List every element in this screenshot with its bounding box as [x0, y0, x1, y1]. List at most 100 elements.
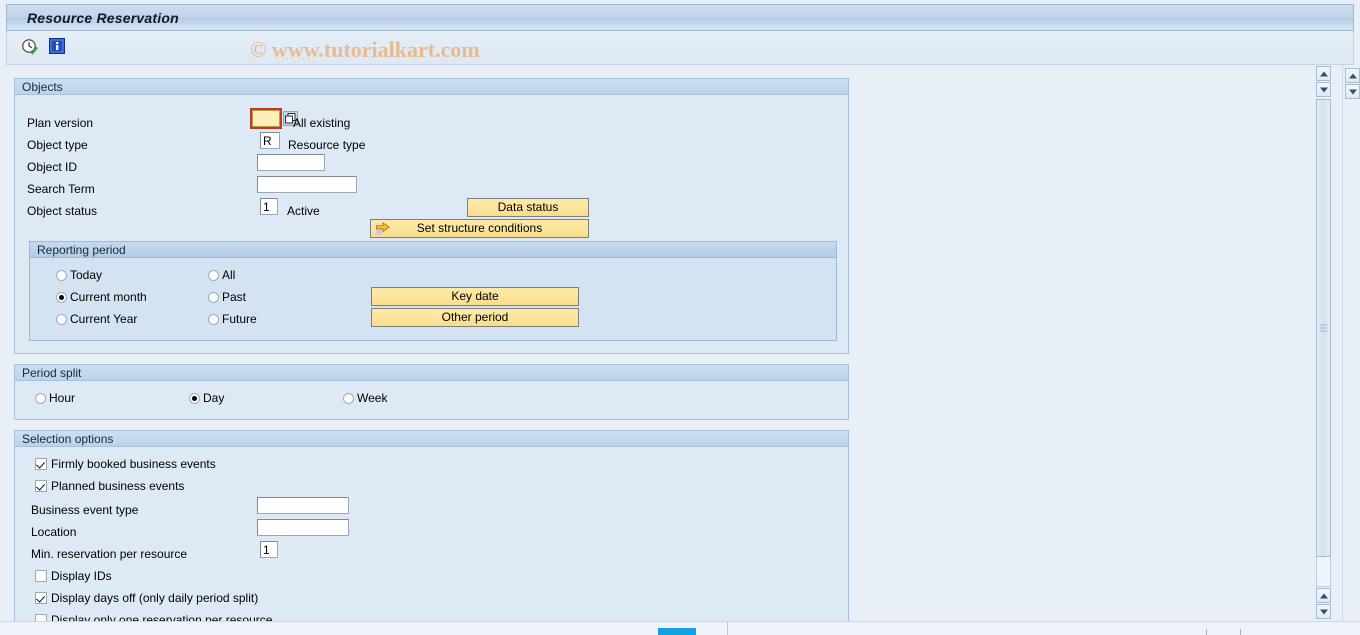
yellow-arrow-right-icon [376, 222, 390, 235]
plan-version-label: Plan version [27, 116, 94, 130]
business-event-type-label: Business event type [31, 503, 139, 517]
checkbox-display-days-off-indicator[interactable] [35, 592, 47, 604]
radio-today[interactable]: Today [56, 268, 102, 282]
radio-all[interactable]: All [208, 268, 235, 282]
inner-scroll-up-button-bottom[interactable] [1316, 588, 1331, 603]
window-scroll-down-icon [1348, 89, 1357, 94]
radio-past-label: Past [222, 290, 247, 304]
checkbox-planned-business-events[interactable]: Planned business events [35, 479, 184, 493]
status-bar-separator [727, 622, 728, 635]
page-title: Resource Reservation [27, 10, 179, 26]
window-vertical-scrollbar[interactable] [1342, 66, 1360, 622]
location-label: Location [31, 525, 77, 539]
objects-group-title: Objects [15, 79, 848, 95]
reporting-period-group-title: Reporting period [30, 242, 836, 258]
radio-day[interactable]: Day [189, 391, 224, 405]
radio-hour-label: Hour [49, 391, 76, 405]
object-type-input[interactable] [260, 132, 280, 149]
search-term-input[interactable] [257, 176, 357, 193]
object-id-label: Object ID [27, 160, 78, 174]
checkbox-planned-indicator[interactable] [35, 480, 47, 492]
radio-future-indicator[interactable] [208, 313, 219, 325]
radio-week[interactable]: Week [343, 391, 387, 405]
checkbox-display-days-off-label: Display days off (only daily period spli… [51, 591, 259, 605]
reporting-period-group: Reporting period Today Current month Cur… [29, 241, 837, 341]
inner-scroll-up-icon [1319, 71, 1328, 76]
period-split-group: Period split Hour Day Week [14, 364, 849, 420]
radio-week-label: Week [357, 391, 388, 405]
radio-today-indicator[interactable] [56, 269, 67, 281]
set-structure-conditions-label: Set structure conditions [416, 221, 543, 235]
status-bar-indicator [658, 628, 696, 635]
radio-current-year-indicator[interactable] [56, 313, 67, 325]
information-icon[interactable] [49, 38, 67, 56]
window-scroll-up-icon [1348, 73, 1357, 78]
plan-version-input[interactable] [252, 110, 280, 127]
radio-past-indicator[interactable] [208, 291, 219, 303]
object-type-description: Resource type [288, 138, 366, 152]
set-structure-conditions-button[interactable]: Set structure conditions [370, 219, 589, 238]
inner-scroll-down-bottom-icon [1319, 609, 1328, 614]
key-date-button[interactable]: Key date [371, 287, 579, 306]
radio-day-label: Day [203, 391, 225, 405]
radio-hour[interactable]: Hour [35, 391, 75, 405]
checkbox-display-ids-indicator[interactable] [35, 570, 47, 582]
status-bar [0, 621, 1360, 635]
inner-scroll-up-bottom-icon [1319, 593, 1328, 598]
location-input[interactable] [257, 519, 349, 536]
checkbox-planned-label: Planned business events [51, 479, 185, 493]
radio-all-indicator[interactable] [208, 269, 219, 281]
inner-scroll-down-button[interactable] [1316, 82, 1331, 97]
selection-screen-canvas: Objects Plan version All existing Object… [6, 66, 1331, 622]
radio-current-month[interactable]: Current month [56, 290, 147, 304]
checkbox-display-ids-label: Display IDs [51, 569, 112, 583]
window-scroll-down-button[interactable] [1345, 84, 1360, 99]
radio-current-year[interactable]: Current Year [56, 312, 137, 326]
object-type-label: Object type [27, 138, 88, 152]
inner-vertical-scrollbar[interactable] [1314, 66, 1331, 622]
data-status-button[interactable]: Data status [467, 198, 589, 217]
status-bar-tick-right [1240, 629, 1241, 635]
other-period-button[interactable]: Other period [371, 308, 579, 327]
plan-version-helper-label: All existing [293, 116, 351, 130]
object-status-description: Active [287, 204, 320, 218]
checkbox-display-days-off[interactable]: Display days off (only daily period spli… [35, 591, 258, 605]
inner-scroll-down-icon [1319, 87, 1328, 92]
inner-scroll-down-button-bottom[interactable] [1316, 604, 1331, 619]
radio-hour-indicator[interactable] [35, 392, 46, 404]
inner-scroll-up-button[interactable] [1316, 66, 1331, 81]
radio-future[interactable]: Future [208, 312, 257, 326]
status-bar-tick-left [1206, 629, 1207, 635]
objects-group: Objects Plan version All existing Object… [14, 78, 849, 354]
radio-past[interactable]: Past [208, 290, 246, 304]
min-reservation-label: Min. reservation per resource [31, 547, 188, 561]
sap-gui-window: Resource Reservation © www.tutorialkart.… [0, 0, 1360, 635]
business-event-type-input[interactable] [257, 497, 349, 514]
radio-day-indicator[interactable] [189, 392, 200, 404]
radio-current-month-indicator[interactable] [56, 291, 67, 303]
radio-today-label: Today [70, 268, 103, 282]
selection-options-group: Selection options Firmly booked business… [14, 430, 849, 622]
application-toolbar [6, 31, 1354, 65]
window-title-bar: Resource Reservation [6, 4, 1354, 31]
radio-week-indicator[interactable] [343, 392, 354, 404]
checkbox-firmly-booked-label: Firmly booked business events [51, 457, 216, 471]
radio-all-label: All [222, 268, 236, 282]
checkbox-firmly-booked-business-events[interactable]: Firmly booked business events [35, 457, 216, 471]
inner-scroll-thumb-grip [1320, 323, 1327, 334]
checkbox-display-ids[interactable]: Display IDs [35, 569, 112, 583]
watermark-text: © www.tutorialkart.com [250, 37, 480, 62]
radio-future-label: Future [222, 312, 257, 326]
radio-current-year-label: Current Year [70, 312, 138, 326]
checkbox-firmly-booked-indicator[interactable] [35, 458, 47, 470]
execute-icon[interactable] [21, 38, 39, 56]
object-id-input[interactable] [257, 154, 325, 171]
search-term-label: Search Term [27, 182, 95, 196]
inner-scroll-thumb[interactable] [1316, 99, 1331, 557]
radio-current-month-label: Current month [70, 290, 147, 304]
object-status-label: Object status [27, 204, 98, 218]
min-reservation-input[interactable] [260, 541, 278, 558]
period-split-group-title: Period split [15, 365, 848, 381]
object-status-input[interactable] [260, 198, 278, 215]
window-scroll-up-button[interactable] [1345, 68, 1360, 83]
